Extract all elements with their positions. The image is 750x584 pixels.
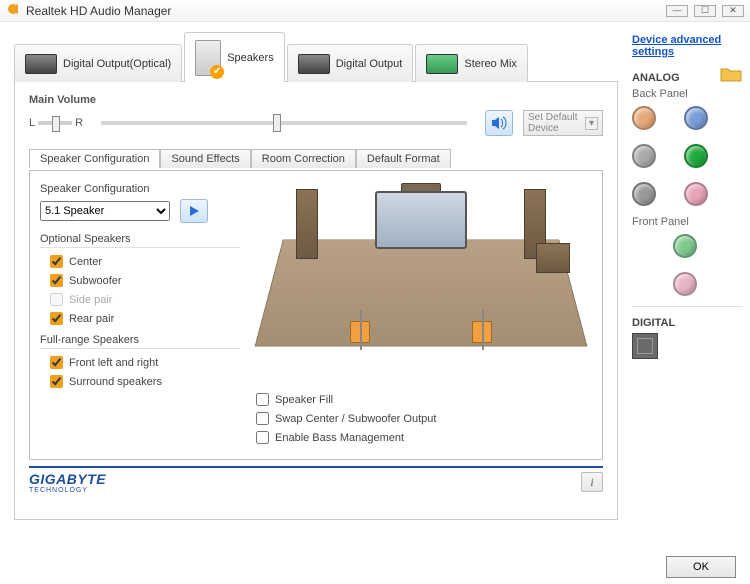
checkbox-speaker-fill[interactable]: Speaker Fill [256,390,586,409]
checkbox-label: Subwoofer [69,275,122,287]
checkbox-surround-speakers[interactable]: Surround speakers [40,372,240,391]
tab-label: Default Format [367,153,440,165]
room-subwoofer[interactable] [536,243,570,273]
folder-icon[interactable] [720,66,742,85]
speaker-configuration-label: Speaker Configuration [40,183,240,195]
balance-left-label: L [29,117,35,129]
maximize-button[interactable]: ☐ [694,5,716,17]
device-advanced-settings-link[interactable]: Device advanced settings [632,34,742,58]
titlebar: Realtek HD Audio Manager — ☐ ✕ [0,0,750,22]
checkbox-label: Rear pair [69,313,114,325]
ok-button[interactable]: OK [666,556,736,578]
device-tabs: Digital Output(Optical) Speakers Digital… [14,32,618,82]
window-title: Realtek HD Audio Manager [26,4,171,18]
brand-subtitle: TECHNOLOGY [29,487,106,494]
checkbox-label: Enable Bass Management [275,432,404,444]
room-surround-left[interactable] [350,321,370,343]
tab-label: Digital Output [336,58,403,70]
jack-front-2[interactable] [673,272,697,296]
checkbox-rear-pair[interactable]: Rear pair [40,309,240,328]
balance-right-label: R [75,117,83,129]
tab-speakers[interactable]: Speakers [184,32,284,82]
checkbox-center[interactable]: Center [40,252,240,271]
optional-speakers-header: Optional Speakers [40,233,240,248]
brand-logo: GIGABYTE [29,471,106,487]
speaker-icon [491,116,507,130]
checkbox-label: Speaker Fill [275,394,333,406]
set-default-device-button[interactable]: Set Default Device ▾ [523,110,603,136]
app-icon [6,2,20,19]
checkbox-enable-bass-mgmt[interactable]: Enable Bass Management [256,428,586,447]
tab-sound-effects[interactable]: Sound Effects [160,149,250,168]
tab-label: Room Correction [262,153,345,165]
jack-back-2[interactable] [684,106,708,130]
digital-header: DIGITAL [632,317,742,329]
device-icon [426,54,458,74]
close-button[interactable]: ✕ [722,5,744,17]
checkbox-label: Center [69,256,102,268]
room-surround-right[interactable] [472,321,492,343]
jack-back-5[interactable] [632,182,656,206]
jack-back-6[interactable] [684,182,708,206]
speakers-icon [195,40,221,76]
mute-button[interactable] [485,110,513,136]
main-volume-slider[interactable] [101,121,467,125]
front-panel-label: Front Panel [632,216,742,228]
set-default-label: Set Default Device [528,112,585,134]
content-panel: Main Volume L R Set Default Device ▾ [14,82,618,520]
tab-label: Stereo Mix [464,58,517,70]
tab-speaker-configuration[interactable]: Speaker Configuration [29,149,160,168]
checkbox-swap-center-sub[interactable]: Swap Center / Subwoofer Output [256,409,586,428]
jack-front-1[interactable] [673,234,697,258]
jack-back-1[interactable] [632,106,656,130]
link-label: Device advanced settings [632,34,721,58]
chevron-down-icon: ▾ [585,117,598,130]
minimize-button[interactable]: — [666,5,688,17]
tab-label: Digital Output(Optical) [63,58,171,70]
full-range-speakers-header: Full-range Speakers [40,334,240,349]
room-front-left-speaker[interactable] [296,189,318,259]
tab-label: Speakers [227,52,273,64]
balance-slider[interactable] [38,121,72,125]
tab-stereo-mix[interactable]: Stereo Mix [415,44,528,82]
balance-control[interactable]: L R [29,117,83,129]
checkbox-subwoofer[interactable]: Subwoofer [40,271,240,290]
jack-back-4[interactable] [684,144,708,168]
digital-jack[interactable] [632,333,658,359]
checkbox-front-lr[interactable]: Front left and right [40,353,240,372]
tab-default-format[interactable]: Default Format [356,149,451,168]
play-icon [188,205,200,217]
speaker-configuration-select[interactable]: 5.1 Speaker [40,201,170,221]
jack-back-3[interactable] [632,144,656,168]
checkbox-label: Front left and right [69,357,158,369]
room-tv [375,191,467,249]
info-button[interactable]: i [581,472,603,492]
checkbox-label: Surround speakers [69,376,162,388]
tab-digital-output[interactable]: Digital Output [287,44,414,82]
device-icon [25,54,57,74]
button-label: OK [693,561,709,573]
tab-label: Speaker Configuration [40,153,149,165]
speaker-room-visualization[interactable] [250,183,592,373]
tab-label: Sound Effects [171,153,239,165]
back-panel-label: Back Panel [632,88,742,100]
checkbox-label: Side pair [69,294,112,306]
main-volume-label: Main Volume [29,94,603,106]
checkbox-label: Swap Center / Subwoofer Output [275,413,436,425]
play-test-button[interactable] [180,199,208,223]
tab-room-correction[interactable]: Room Correction [251,149,356,168]
checkbox-side-pair: Side pair [40,290,240,309]
device-icon [298,54,330,74]
tab-digital-output-optical[interactable]: Digital Output(Optical) [14,44,182,82]
